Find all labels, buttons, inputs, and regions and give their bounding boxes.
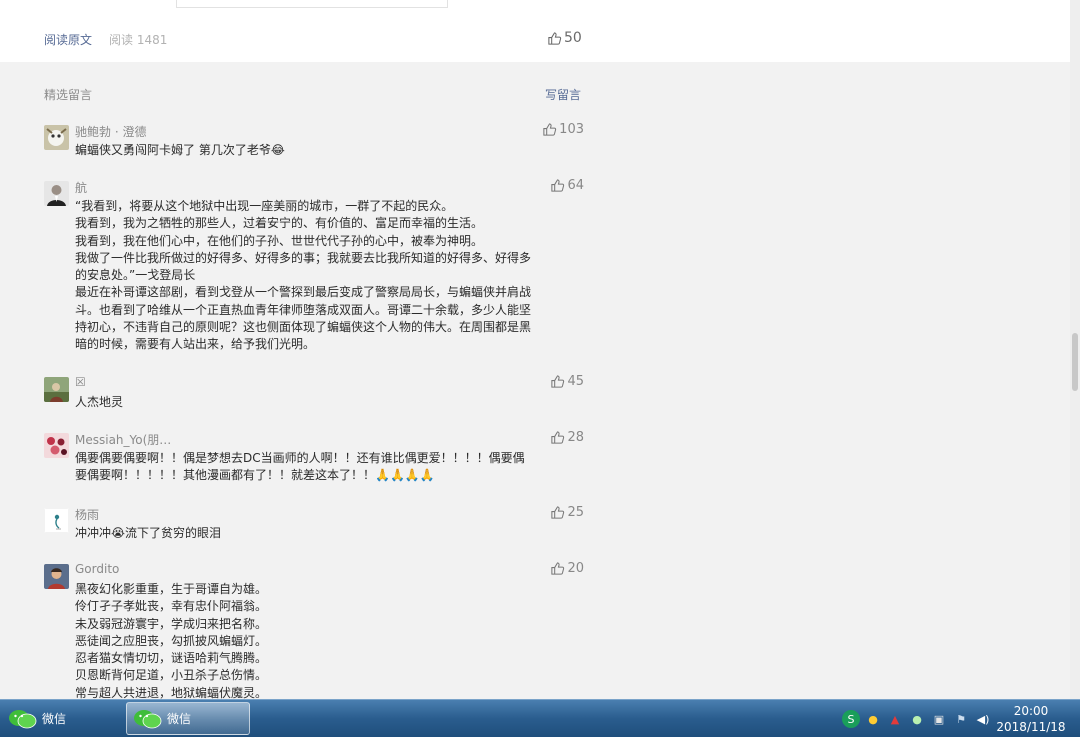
avatar[interactable]: [44, 181, 69, 206]
taskbar-wechat-button[interactable]: 微信: [2, 702, 122, 735]
scroll-thumb[interactable]: [1072, 333, 1078, 391]
avatar[interactable]: [44, 433, 69, 458]
thumbs-up-icon: [551, 179, 565, 192]
article-like-count: 50: [564, 30, 582, 46]
comment-line: 要偶要啊！！！！！其他漫画都有了！！就差这本了！！🙏🙏🙏🙏: [75, 468, 435, 483]
avatar[interactable]: [44, 377, 69, 402]
taskbar: 微信 微信 S ● ▲ ● ▣ ⚑ ◀) 20:00 2018/11/18: [0, 699, 1080, 737]
wechat-tray-icon[interactable]: ●: [908, 710, 926, 728]
comment-nickname: Gordito: [75, 562, 120, 576]
comment-nickname: 杨雨: [75, 508, 100, 522]
comment-line: 持初心，不违背自己的原则呢？这也侧面体现了蝙蝠侠这个人物的伟大。在周围都是黑: [75, 320, 532, 335]
comment-line: 恶徒闻之应胆丧，勾抓披风蝙蝠灯。: [75, 633, 268, 648]
comment-like-count: 25: [567, 505, 584, 520]
avatar[interactable]: [44, 508, 69, 533]
comment-line: 我看到，我在他们心中，在他们的子孙、世世代代子孙的心中，被奉为神明。: [75, 233, 484, 248]
thumbs-up-icon: [548, 31, 562, 45]
thumbs-up-icon: [551, 431, 565, 444]
avatar[interactable]: [44, 564, 69, 589]
comment-line: 冲冲冲😭流下了贫穷的眼泪: [75, 526, 222, 540]
devices-icon[interactable]: ⚑: [952, 710, 970, 728]
comment-content: 黑夜幻化影重重，生于哥谭自为雄。 伶仃孑子孝妣丧，幸有忠仆阿福翁。 未及弱冠游寰…: [75, 581, 584, 702]
comment-line: 的安息处。”一戈登局长: [75, 268, 196, 283]
comment-line: 未及弱冠游寰宇，学成归来把名称。: [75, 616, 268, 631]
comment-like-button[interactable]: 28: [550, 430, 584, 445]
comment-content: 人杰地灵: [75, 394, 584, 411]
comment-line: 斗。也看到了哈维从一个正直热血青年律师堕落成双面人。哥谭二十余载，多少人能坚: [75, 302, 532, 317]
comment-line: 我做了一件比我所做过的好得多、好得多的事；我就要去比我所知道的好得多、好得多: [75, 250, 532, 265]
network-icon[interactable]: ▣: [930, 710, 948, 728]
volume-icon[interactable]: ◀): [974, 710, 992, 728]
article-like-button[interactable]: 50: [547, 30, 582, 46]
article-footer: 阅读原文 阅读 1481 50: [0, 0, 1070, 62]
comment-like-button[interactable]: 25: [550, 505, 584, 520]
clock-date: 2018/11/18: [996, 720, 1066, 734]
comment-line: 最近在补哥谭这部剧，看到戈登从一个警探到最后变成了警察局局长，与蝙蝠侠并肩战: [75, 285, 532, 300]
article-image-edge: [176, 0, 448, 8]
wechat-icon: [134, 709, 162, 728]
comment-like-count: 103: [559, 122, 584, 137]
comment-like-button[interactable]: 20: [550, 561, 584, 576]
comment-content: “我看到，将要从这个地狱中出现一座美丽的城市，一群了不起的民众。 我看到，我为之…: [75, 198, 584, 354]
comment-content: 冲冲冲😭流下了贫穷的眼泪: [75, 525, 584, 542]
comment-line: 偶要偶要偶要啊！！偶是梦想去DC当画师的人啊！！还有谁比偶更爱！！！！偶要偶: [75, 451, 525, 465]
thumbs-up-icon: [551, 506, 565, 519]
comment-nickname: 驰鲍勃 · 澄德: [75, 125, 147, 139]
comment-line: 忍者猫女情切切，谜语哈莉气腾腾。: [75, 651, 268, 666]
write-comment-link[interactable]: 写留言: [545, 86, 581, 103]
comment-content: 蝙蝠侠又勇闯阿卡姆了 第几次了老爷😂: [75, 142, 584, 159]
thumbs-up-icon: [543, 123, 557, 136]
comments-section: 精选留言 写留言 驰鲍勃 · 澄德 103 蝙蝠侠又勇闯阿卡姆了 第几次了老爷😂…: [0, 62, 1070, 702]
thumbs-up-icon: [551, 375, 565, 388]
app-s-icon[interactable]: S: [842, 710, 860, 728]
wechat-icon: [9, 709, 37, 728]
thumbs-up-icon: [551, 562, 565, 575]
comment-nickname: Messiah_Yo(朋…: [75, 433, 172, 447]
comment-line: 我看到，我为之牺牲的那些人，过着安宁的、有价值的、富足而幸福的生活。: [75, 216, 484, 231]
read-count: 阅读 1481: [109, 33, 168, 47]
comment-line: 暗的时候，需要有人站出来，给予我们光明。: [75, 337, 316, 352]
vertical-scrollbar[interactable]: [1070, 0, 1080, 699]
sail-icon[interactable]: ▲: [886, 710, 904, 728]
comment-like-count: 64: [567, 178, 584, 193]
taskbar-label: 微信: [167, 712, 192, 726]
taskbar-label: 微信: [42, 712, 67, 726]
avatar[interactable]: [44, 125, 69, 150]
comment-like-count: 20: [567, 561, 584, 576]
comment-like-count: 28: [567, 430, 584, 445]
comment-line: “我看到，将要从这个地狱中出现一座美丽的城市，一群了不起的民众。: [75, 199, 454, 213]
qq-icon[interactable]: ●: [864, 710, 882, 728]
comment-nickname: ☒: [75, 375, 86, 389]
comment-line: 伶仃孑子孝妣丧，幸有忠仆阿福翁。: [75, 599, 268, 614]
comment-like-button[interactable]: 103: [542, 122, 584, 137]
clock-time: 20:00: [1013, 704, 1049, 718]
comment-content: 偶要偶要偶要啊！！偶是梦想去DC当画师的人啊！！还有谁比偶更爱！！！！偶要偶 要…: [75, 450, 584, 485]
comments-title: 精选留言: [44, 88, 93, 102]
comment-line: 黑夜幻化影重重，生于哥谭自为雄。: [75, 582, 268, 596]
comment-line: 蝙蝠侠又勇闯阿卡姆了 第几次了老爷😂: [75, 143, 285, 157]
comment-line: 贝恩断背何足道，小丑杀子总伤情。: [75, 668, 268, 683]
read-original-link[interactable]: 阅读原文: [44, 31, 92, 48]
comment-like-button[interactable]: 64: [550, 178, 584, 193]
comment-like-button[interactable]: 45: [550, 374, 584, 389]
system-tray: S ● ▲ ● ▣ ⚑ ◀): [842, 710, 992, 728]
system-clock[interactable]: 20:00 2018/11/18: [996, 703, 1066, 735]
comment-like-count: 45: [567, 374, 584, 389]
comment-line: 人杰地灵: [75, 395, 124, 409]
taskbar-wechat-button-active[interactable]: 微信: [126, 702, 250, 735]
comment-nickname: 航: [75, 181, 88, 195]
